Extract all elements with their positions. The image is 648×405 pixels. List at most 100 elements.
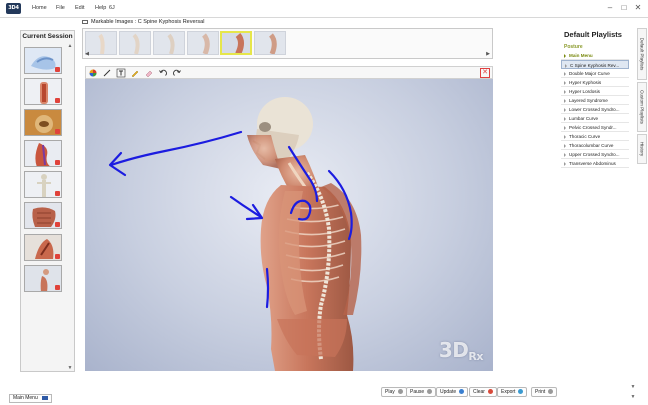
close-annotation-icon[interactable]: ✕	[480, 68, 490, 78]
side-tabs: Default Playlists Custom Playlists Histo…	[637, 28, 647, 218]
eraser-icon[interactable]	[144, 68, 154, 78]
app-logo: 3D4	[6, 3, 21, 14]
playlist-item-main-menu[interactable]: Main Menu	[561, 51, 629, 60]
close-window-icon[interactable]: ✕	[633, 3, 643, 13]
scroll-up-icon[interactable]: ▲	[67, 43, 73, 49]
playlist-scrollbar[interactable]: ▼ ▼	[630, 28, 636, 402]
scroll-down-icon[interactable]: ▼	[630, 384, 636, 390]
delete-icon[interactable]	[55, 160, 60, 165]
title-bar: 3D4 Home File Edit Help 6J – □ ✕	[0, 0, 648, 18]
session-thumb[interactable]	[24, 202, 62, 229]
film-thumb[interactable]	[119, 31, 151, 55]
playlist-item-layered[interactable]: Layered Syndrome	[561, 96, 629, 105]
playlist-category: Posture	[564, 44, 583, 50]
menu-help[interactable]: Help	[95, 5, 106, 11]
bullet-icon	[564, 161, 566, 166]
playlist-item-label: Hyper Kyphosis	[569, 80, 602, 85]
film-thumb[interactable]	[187, 31, 219, 55]
print-button[interactable]: Print	[531, 387, 558, 397]
playlist-item-thoracic[interactable]: Thoracic Curve	[561, 132, 629, 141]
playlist-item-label: Layered Syndrome	[569, 98, 608, 103]
scroll-down-icon[interactable]: ▼	[67, 365, 73, 371]
play-button[interactable]: Play	[381, 387, 407, 397]
playlist-item-transverse[interactable]: Transverse Abdominus	[561, 159, 629, 168]
bullet-icon	[564, 80, 566, 85]
color-wheel-icon[interactable]	[88, 68, 98, 78]
tab-label: Default Playlists	[639, 37, 645, 71]
main-menu-button[interactable]: Main Menu	[9, 394, 52, 403]
session-scrollbar[interactable]: ▲ ▼	[67, 43, 73, 371]
session-thumb[interactable]	[24, 265, 62, 292]
playlist-item-upper-crossed[interactable]: Upper Crossed Syndro...	[561, 150, 629, 159]
session-thumb[interactable]	[24, 171, 62, 198]
text-icon[interactable]	[116, 68, 126, 78]
playlist-item-label: Pelvic Crossed Syndr...	[569, 125, 617, 130]
undo-icon[interactable]	[158, 68, 168, 78]
playlist-item-label: Lower Crossed Syndro...	[569, 107, 620, 112]
tab-history[interactable]: History	[637, 134, 647, 164]
line-icon[interactable]	[102, 68, 112, 78]
session-thumb[interactable]	[24, 234, 62, 261]
menu-extra[interactable]: 6J	[109, 5, 115, 11]
anatomy-image	[108, 97, 362, 371]
main-menu-label: Main Menu	[13, 395, 38, 401]
playlist-item-lower-crossed[interactable]: Lower Crossed Syndro...	[561, 105, 629, 114]
delete-icon[interactable]	[55, 67, 60, 72]
delete-icon[interactable]	[55, 191, 60, 196]
film-thumb[interactable]	[254, 31, 286, 55]
filmstrip-right-icon[interactable]: ▶	[485, 51, 491, 57]
playlist-item-c-spine[interactable]: C Spine Kyphosis Rev...	[561, 60, 629, 69]
export-button[interactable]: Export	[497, 387, 528, 397]
maximize-icon[interactable]: □	[619, 3, 629, 13]
delete-icon[interactable]	[55, 285, 60, 290]
delete-icon[interactable]	[55, 254, 60, 259]
update-button[interactable]: Update	[436, 387, 469, 397]
playlist-item-label: Upper Crossed Syndro...	[569, 152, 620, 157]
pause-label: Pause	[410, 389, 425, 395]
bullet-icon	[564, 143, 566, 148]
bullet-icon	[564, 89, 566, 94]
clear-button[interactable]: Clear	[469, 387, 497, 397]
session-thumb[interactable]	[24, 78, 62, 105]
playlist-item-double-major[interactable]: Double Major Curve	[561, 69, 629, 78]
scroll-down-icon[interactable]: ▼	[630, 394, 636, 400]
markable-image-canvas[interactable]: 3DRx	[85, 79, 493, 371]
playlist-item-label: Transverse Abdominus	[569, 161, 616, 166]
current-session-panel: Current Session ▲ ▼	[20, 30, 75, 372]
play-label: Play	[385, 389, 395, 395]
bullet-icon	[564, 134, 566, 139]
minimize-icon[interactable]: –	[605, 3, 615, 13]
update-label: Update	[440, 389, 457, 395]
playlist-item-hyper-lordosis[interactable]: Hyper Lordosis	[561, 87, 629, 96]
filmstrip-left-icon[interactable]: ◀	[84, 51, 90, 57]
playlist-item-thoracolumbar[interactable]: Thoracolumbar Curve	[561, 141, 629, 150]
playlist-item-label: Double Major Curve	[569, 71, 610, 76]
pause-button[interactable]: Pause	[406, 387, 437, 397]
home-icon	[41, 395, 48, 400]
watermark-sub: Rx	[468, 350, 483, 363]
tab-default-playlists[interactable]: Default Playlists	[637, 28, 647, 80]
pencil-icon[interactable]	[130, 68, 140, 78]
drawing-toolbar: ✕	[85, 66, 493, 79]
playlist-item-pelvic-crossed[interactable]: Pelvic Crossed Syndr...	[561, 123, 629, 132]
session-title: Current Session	[22, 33, 73, 40]
menu-file[interactable]: File	[56, 5, 65, 11]
tab-custom-playlists[interactable]: Custom Playlists	[637, 82, 647, 132]
playlist-item-hyper-kyphosis[interactable]: Hyper Kyphosis	[561, 78, 629, 87]
delete-icon[interactable]	[55, 222, 60, 227]
film-thumb[interactable]	[153, 31, 185, 55]
film-thumb-selected[interactable]	[220, 31, 252, 55]
bullet-icon	[564, 107, 566, 112]
delete-icon[interactable]	[55, 98, 60, 103]
playlist-item-lumbar[interactable]: Lumbar Curve	[561, 114, 629, 123]
pause-icon	[427, 389, 433, 395]
redo-icon[interactable]	[172, 68, 182, 78]
session-thumb[interactable]	[24, 47, 62, 74]
session-thumb[interactable]	[24, 109, 62, 136]
menu-home[interactable]: Home	[32, 5, 47, 11]
bullet-icon	[564, 71, 566, 76]
bullet-icon	[564, 53, 566, 58]
delete-icon[interactable]	[55, 129, 60, 134]
menu-edit[interactable]: Edit	[75, 5, 84, 11]
session-thumb[interactable]	[24, 140, 62, 167]
